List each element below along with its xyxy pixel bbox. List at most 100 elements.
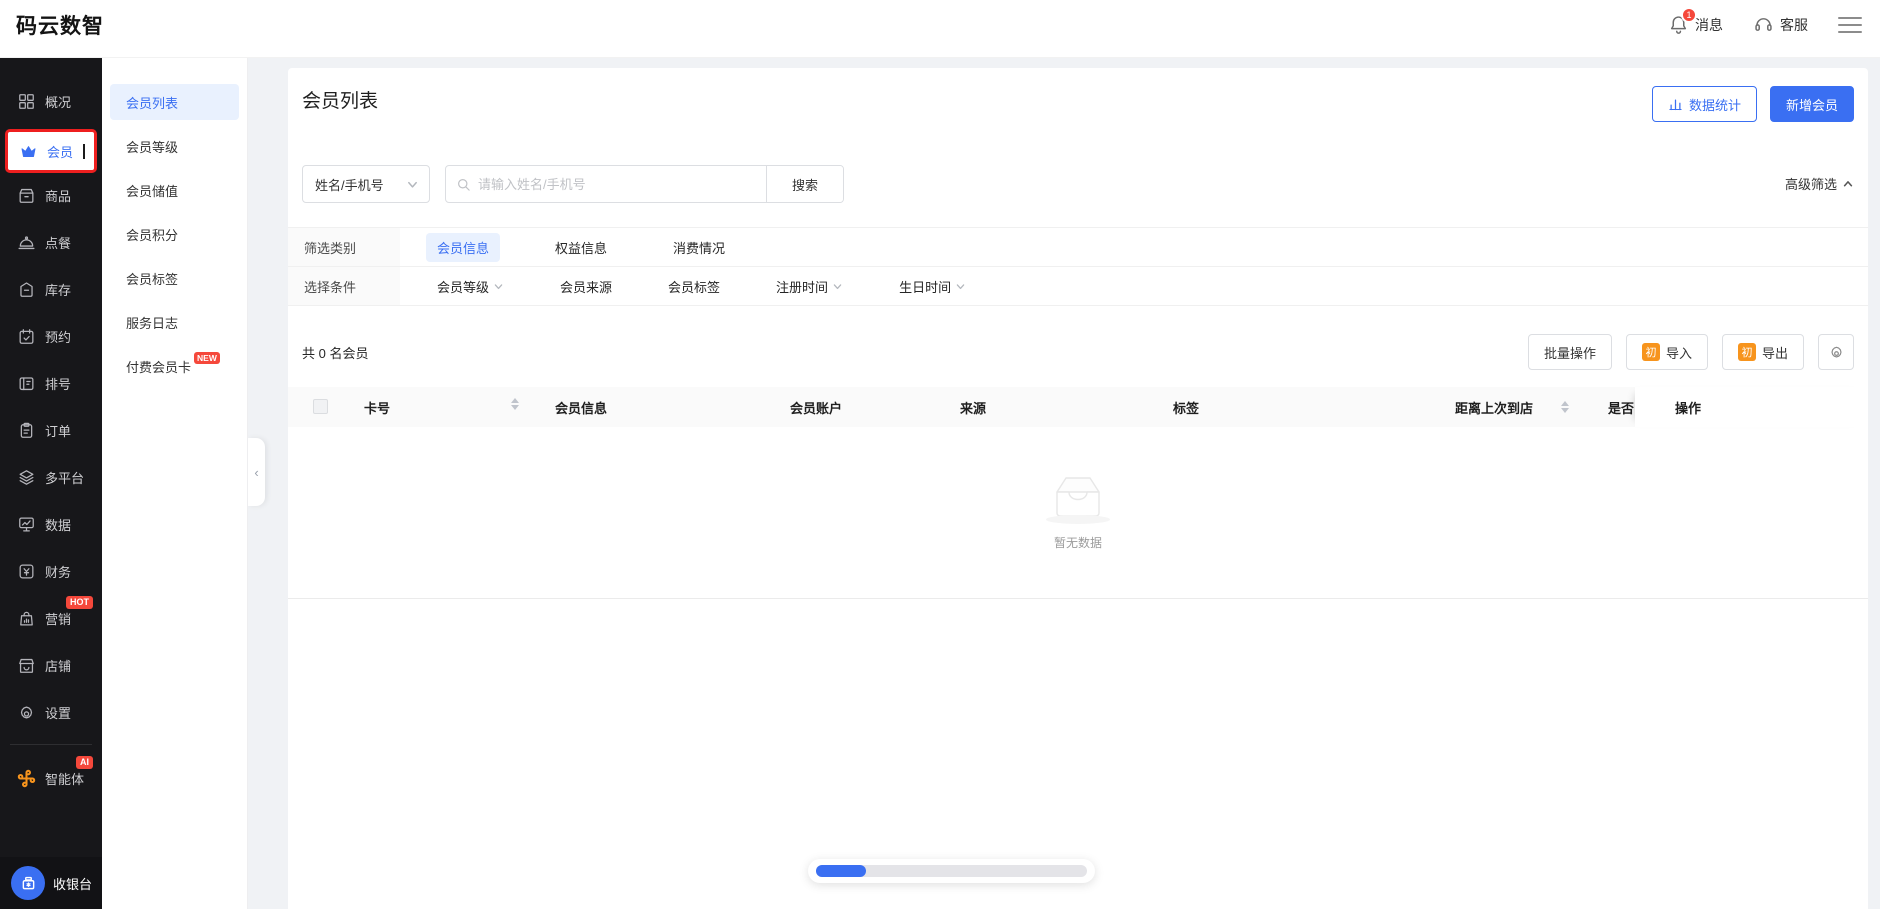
submenu-member-points[interactable]: 会员积分	[102, 216, 247, 252]
member-count: 共 0 名会员	[302, 345, 369, 361]
bar-chart-icon	[1669, 99, 1682, 110]
submenu-paid-member-card[interactable]: 付费会员卡 NEW	[102, 348, 247, 384]
chevron-down-icon	[833, 283, 842, 289]
condition-member-level[interactable]: 会员等级	[437, 277, 504, 296]
advanced-filter-toggle[interactable]: 高级筛选	[1785, 174, 1854, 193]
filter-category-label: 筛选类别	[288, 228, 400, 266]
data-stats-button[interactable]: 数据统计	[1651, 86, 1757, 122]
horizontal-scrollbar[interactable]	[808, 859, 1095, 883]
sidebar-divider	[10, 744, 92, 745]
search-button[interactable]: 搜索	[766, 166, 843, 202]
marketing-bag-icon	[20, 611, 33, 626]
sidebar-item-agent[interactable]: AI 智能体	[0, 756, 102, 798]
sort-card-no[interactable]	[511, 398, 519, 410]
sidebar-item-queue[interactable]: 排号	[0, 364, 102, 403]
data-monitor-icon	[19, 517, 34, 532]
submenu-member-stored-value[interactable]: 会员储值	[102, 172, 247, 208]
batch-operation-button[interactable]: 批量操作	[1527, 334, 1612, 370]
filter-tab-consumption[interactable]: 消费情况	[662, 233, 736, 262]
empty-box-shadow	[1046, 514, 1110, 524]
notification-badge: 1	[1681, 7, 1697, 23]
chevron-down-icon	[494, 283, 503, 289]
sidebar-item-multiplatform[interactable]: 多平台	[0, 458, 102, 497]
sidebar-item-cashier[interactable]: 收银台	[0, 857, 102, 909]
filter-condition-label: 选择条件	[288, 267, 400, 305]
dish-icon	[18, 236, 35, 250]
sidebar-item-shop[interactable]: 店铺	[0, 646, 102, 685]
settings-gear-icon	[20, 706, 33, 719]
scrollbar-track[interactable]	[816, 865, 1087, 877]
sidebar-item-members[interactable]: 会员	[5, 129, 97, 173]
new-badge: NEW	[194, 352, 220, 364]
sidebar-item-data[interactable]: 数据	[0, 505, 102, 544]
page-title: 会员列表	[302, 91, 379, 112]
feature-badge: 初	[1641, 343, 1660, 361]
column-last-visit: 距离上次到店	[1455, 387, 1570, 427]
sidebar-item-marketing[interactable]: HOT 营销	[0, 596, 102, 638]
search-field-select[interactable]: 姓名/手机号	[302, 165, 430, 203]
sidebar-collapse-handle[interactable]: ‹	[248, 438, 265, 506]
submenu-member-level[interactable]: 会员等级	[102, 128, 247, 164]
sidebar-item-ordering[interactable]: 点餐	[0, 223, 102, 262]
filter-panel: 筛选类别 会员信息 权益信息 消费情况 选择条件 会员等级 会员来源 会员标签	[288, 227, 1868, 306]
crown-icon	[21, 145, 36, 157]
chevron-down-icon	[408, 181, 417, 188]
sidebar-item-orders[interactable]: 订单	[0, 411, 102, 450]
text-cursor	[83, 143, 86, 159]
app-logo: 码云数智	[16, 14, 104, 38]
ai-badge: AI	[76, 756, 93, 769]
chevron-up-icon	[1843, 180, 1853, 186]
inventory-icon	[20, 282, 33, 297]
headset-icon	[1755, 18, 1772, 31]
sidebar-item-booking[interactable]: 预约	[0, 317, 102, 356]
feature-badge: 初	[1737, 343, 1756, 361]
column-actions: 操作	[1635, 387, 1868, 427]
submenu-member-list[interactable]: 会员列表	[110, 84, 239, 120]
toolbar-row: 共 0 名会员 批量操作 初 导入 初 导出	[302, 334, 1854, 370]
empty-text: 暂无数据	[1053, 535, 1102, 550]
import-button[interactable]: 初 导入	[1625, 334, 1708, 370]
filter-tab-member-info[interactable]: 会员信息	[426, 232, 501, 262]
grid-icon	[19, 94, 34, 109]
submenu-service-log[interactable]: 服务日志	[102, 304, 247, 340]
chevron-down-icon	[956, 283, 965, 289]
messages-label: 消息	[1695, 16, 1723, 33]
empty-box-icon	[1056, 476, 1100, 517]
export-button[interactable]: 初 导出	[1721, 334, 1804, 370]
column-tags: 标签	[1173, 400, 1200, 416]
condition-register-time[interactable]: 注册时间	[776, 277, 843, 296]
sidebar-item-finance[interactable]: 财务	[0, 552, 102, 591]
column-member-info: 会员信息	[555, 400, 608, 416]
storefront-icon	[19, 658, 34, 673]
search-icon	[458, 178, 470, 191]
sidebar-item-overview[interactable]: 概况	[0, 82, 102, 121]
condition-birthday-time[interactable]: 生日时间	[899, 277, 966, 296]
primary-sidebar: 概况 会员 商品 点餐 库存 预约 排号 订单 多平台 数据 财务 HOT 营销…	[0, 58, 102, 909]
hot-badge: HOT	[66, 596, 93, 609]
column-settings-button[interactable]	[1818, 334, 1854, 370]
gear-icon	[1830, 346, 1842, 358]
sidebar-item-settings[interactable]: 设置	[0, 693, 102, 732]
search-input[interactable]	[478, 176, 756, 192]
finance-yuan-icon	[19, 564, 34, 579]
app-header: 码云数智 1 消息 客服	[0, 0, 1880, 58]
column-card-no: 卡号	[364, 387, 519, 427]
filter-tab-rights-info[interactable]: 权益信息	[544, 233, 618, 262]
add-member-button[interactable]: 新增会员	[1769, 86, 1854, 122]
sort-last-visit[interactable]	[1561, 401, 1570, 413]
condition-member-source[interactable]: 会员来源	[560, 277, 612, 296]
queue-ticket-icon	[19, 377, 34, 391]
messages-button[interactable]: 1 消息	[1668, 7, 1723, 35]
scrollbar-thumb[interactable]	[816, 865, 866, 877]
condition-member-tag[interactable]: 会员标签	[668, 277, 720, 296]
submenu-member-tags[interactable]: 会员标签	[102, 260, 247, 296]
layers-icon	[19, 470, 34, 485]
sidebar-item-inventory[interactable]: 库存	[0, 270, 102, 309]
column-member-account: 会员账户	[790, 400, 843, 416]
order-clipboard-icon	[20, 422, 33, 438]
select-all-checkbox[interactable]	[313, 399, 328, 414]
menu-icon[interactable]	[1838, 16, 1862, 33]
secondary-sidebar: 会员列表 会员等级 会员储值 会员积分 会员标签 服务日志 付费会员卡 NEW	[102, 58, 248, 909]
support-button[interactable]: 客服	[1753, 14, 1808, 35]
sidebar-item-goods[interactable]: 商品	[0, 176, 102, 215]
